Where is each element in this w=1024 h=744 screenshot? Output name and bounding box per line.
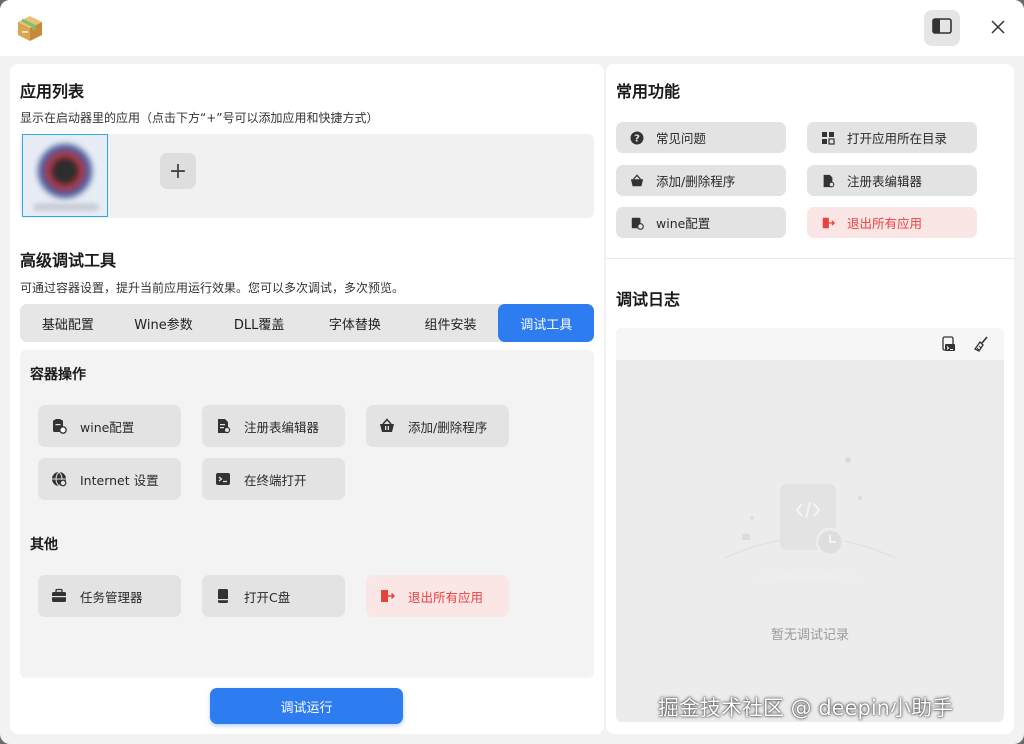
wine-config-label: wine配置 [80, 419, 135, 435]
internet-settings-label: Internet 设置 [80, 472, 159, 488]
sidebar-toggle-button[interactable] [924, 10, 960, 46]
plus-icon: + [168, 158, 188, 184]
container-ops-title: 容器操作 [30, 367, 86, 383]
app-list-title: 应用列表 [20, 82, 85, 101]
open-c-drive-label: 打开C盘 [244, 589, 291, 605]
exit-all-apps-quick-button[interactable]: 退出所有应用 [807, 207, 977, 238]
basket-icon [378, 417, 396, 435]
registry-editor-label: 注册表编辑器 [244, 419, 320, 435]
app-list: + [20, 134, 594, 218]
close-icon [991, 19, 1005, 38]
open-in-terminal-button[interactable]: 在终端打开 [202, 458, 345, 500]
open-c-drive-button[interactable]: 打开C盘 [202, 575, 345, 617]
add-app-button[interactable]: + [160, 153, 196, 189]
tab-basic-config[interactable]: 基础配置 [20, 304, 116, 342]
debug-tools-content: 容器操作 wine配置 注册表编辑器 添加/删除程序 Internet 设置 在… [20, 350, 594, 678]
clear-brush-icon[interactable] [972, 335, 990, 353]
registry-editor-quick-label: 注册表编辑器 [847, 174, 923, 189]
common-functions-title: 常用功能 [616, 82, 681, 101]
folder-grid-icon [821, 131, 835, 145]
debug-tools-description: 可通过容器设置，提升当前应用运行效果。您可以多次调试，多次预览。 [20, 281, 405, 295]
basket-icon [630, 173, 644, 188]
terminal-icon [214, 470, 232, 488]
title-bar [0, 0, 1024, 56]
wine-config-icon [630, 216, 644, 230]
app-icon-blurred [37, 143, 93, 199]
right-panel: 常用功能 ? 常见问题 打开应用所在目录 添加/删除程序 注册表编辑器 wine… [606, 64, 1014, 734]
app-list-description: 显示在启动器里的应用（点击下方“+”号可以添加应用和快捷方式） [20, 111, 379, 125]
globe-icon [50, 470, 68, 488]
add-remove-programs-label: 添加/删除程序 [408, 419, 488, 435]
debug-tabs: 基础配置 Wine参数 DLL覆盖 字体替换 组件安装 调试工具 [20, 304, 595, 342]
app-tile[interactable] [22, 134, 108, 217]
faq-button[interactable]: ? 常见问题 [616, 122, 786, 153]
app-window: 应用列表 显示在启动器里的应用（点击下方“+”号可以添加应用和快捷方式） + 高… [0, 0, 1024, 744]
close-button[interactable] [980, 10, 1016, 46]
question-icon: ? [630, 131, 644, 145]
debug-run-button[interactable]: 调试运行 [210, 688, 403, 724]
registry-editor-icon [821, 174, 835, 188]
open-app-directory-button[interactable]: 打开应用所在目录 [807, 122, 977, 153]
debug-tools-title: 高级调试工具 [20, 251, 117, 270]
registry-editor-icon [214, 417, 232, 435]
svg-text:?: ? [634, 133, 640, 144]
debug-log-area: 暂无调试记录 [616, 328, 1004, 722]
internet-settings-button[interactable]: Internet 设置 [38, 458, 181, 500]
exit-icon [821, 216, 835, 230]
others-title: 其他 [30, 537, 58, 553]
registry-editor-quick-button[interactable]: 注册表编辑器 [807, 165, 977, 196]
task-manager-button[interactable]: 任务管理器 [38, 575, 181, 617]
task-manager-label: 任务管理器 [80, 589, 143, 605]
tab-wine-params[interactable]: Wine参数 [116, 304, 212, 342]
open-in-terminal-label: 在终端打开 [244, 472, 307, 488]
debug-log-title: 调试日志 [616, 290, 681, 309]
export-log-icon[interactable] [940, 335, 958, 353]
log-toolbar [616, 328, 1004, 360]
wine-config-button[interactable]: wine配置 [38, 405, 181, 447]
empty-log-text: 暂无调试记录 [770, 628, 849, 643]
package-box-icon [14, 12, 46, 44]
exit-all-apps-button[interactable]: 退出所有应用 [366, 575, 509, 617]
wine-config-quick-label: wine配置 [656, 216, 711, 231]
exit-icon [378, 587, 396, 605]
open-app-directory-label: 打开应用所在目录 [847, 131, 948, 146]
tab-debug-tools[interactable]: 调试工具 [498, 304, 595, 342]
wine-config-quick-button[interactable]: wine配置 [616, 207, 786, 238]
app-label-blurred [33, 203, 99, 211]
faq-label: 常见问题 [656, 131, 707, 146]
exit-all-apps-quick-label: 退出所有应用 [847, 216, 923, 231]
add-remove-programs-button[interactable]: 添加/删除程序 [366, 405, 509, 447]
tab-component-install[interactable]: 组件安装 [403, 304, 499, 342]
add-remove-programs-quick-label: 添加/删除程序 [656, 174, 736, 189]
wine-config-icon [50, 417, 68, 435]
registry-editor-button[interactable]: 注册表编辑器 [202, 405, 345, 447]
sidebar-toggle-icon [932, 18, 952, 38]
tab-font-replace[interactable]: 字体替换 [307, 304, 403, 342]
drive-icon [214, 587, 232, 605]
toolbox-icon [50, 587, 68, 605]
empty-state-illustration [720, 438, 900, 610]
left-panel: 应用列表 显示在启动器里的应用（点击下方“+”号可以添加应用和快捷方式） + 高… [10, 64, 604, 734]
exit-all-apps-label: 退出所有应用 [408, 589, 484, 605]
add-remove-programs-quick-button[interactable]: 添加/删除程序 [616, 165, 786, 196]
divider [606, 258, 1014, 259]
tab-dll-override[interactable]: DLL覆盖 [211, 304, 307, 342]
watermark: 掘金技术社区 @ deepin小助手 [658, 696, 953, 720]
